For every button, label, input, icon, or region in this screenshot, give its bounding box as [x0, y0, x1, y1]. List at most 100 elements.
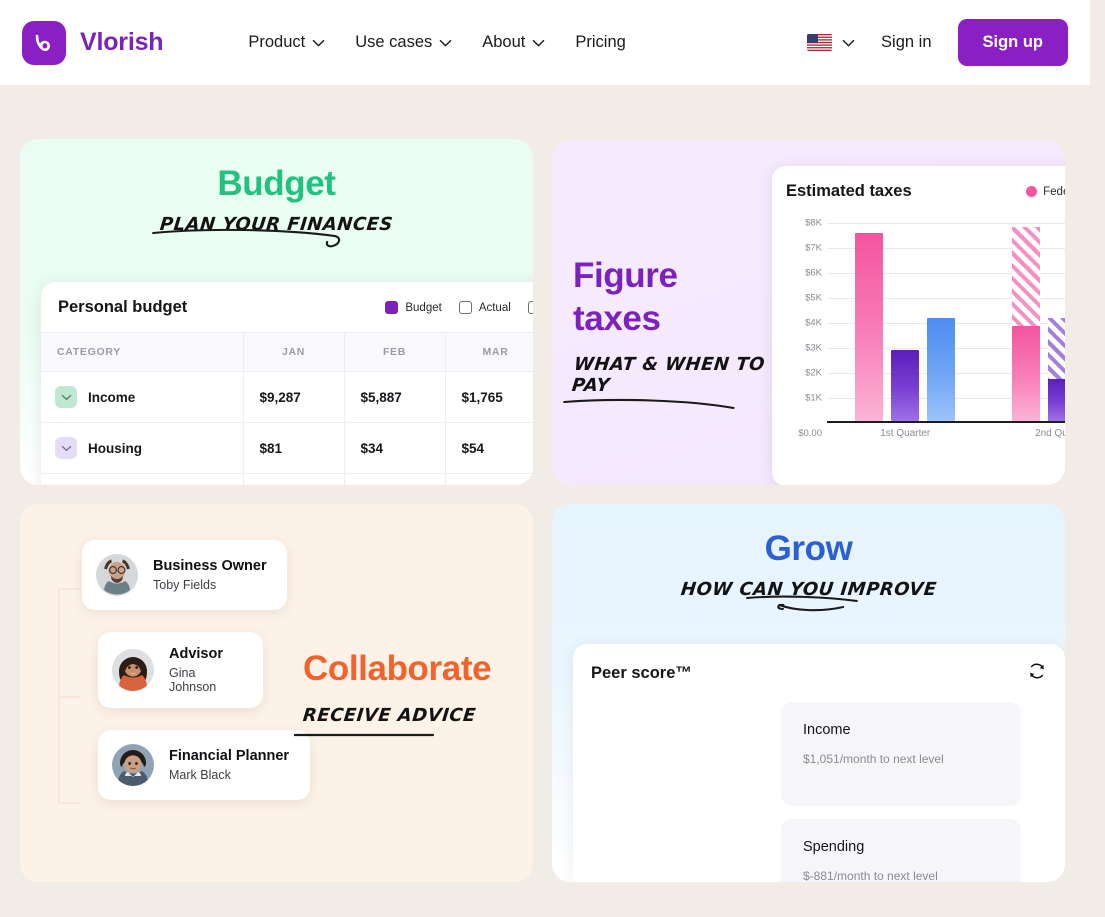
nav-item-product-label: Product — [248, 33, 306, 51]
metric-income[interactable]: Income $1,051/month to next level — [781, 702, 1021, 806]
budget-title: Budget — [217, 164, 336, 203]
column-header-mar[interactable]: MAR — [445, 332, 533, 372]
legend-toggle-actual[interactable]: Actual — [458, 301, 511, 314]
cell-jan: $81 — [243, 422, 345, 474]
person-name: Toby Fields — [153, 578, 217, 592]
nav-item-use-cases[interactable]: Use cases — [355, 33, 452, 52]
budget-legend: Budget Actual Difference — [385, 301, 533, 314]
table-row[interactable]: Debt payments $-72 $-10 $105 — [41, 473, 533, 485]
org-connector-h3 — [58, 802, 80, 804]
underline-swoosh — [563, 399, 735, 410]
bar-state-q2[interactable] — [1047, 318, 1065, 421]
refresh-icon[interactable] — [1027, 661, 1047, 686]
y-tick-label: $4K — [805, 317, 822, 329]
chart-x-axis-labels: 1st Quarter 2nd Quarter — [827, 428, 1065, 439]
avatar — [112, 744, 154, 786]
legend-label-actual: Actual — [478, 301, 511, 314]
bar-federal-q1[interactable] — [855, 233, 884, 421]
checkbox-icon[interactable] — [527, 301, 533, 314]
sign-up-button[interactable]: Sign up — [957, 19, 1068, 66]
bar-group-q2 — [984, 223, 1065, 421]
cell-category: Income — [41, 371, 244, 423]
checkbox-icon[interactable] — [458, 301, 472, 314]
nav-item-pricing[interactable]: Pricing — [575, 33, 625, 52]
taxes-tagline: WHAT & WHEN TO PAY — [563, 354, 790, 410]
collaborate-title: Collaborate — [303, 649, 492, 688]
landing-page: Vlorish Product Use cases About Pricing — [0, 0, 1105, 917]
list-item[interactable]: Financial Planner Mark Black — [98, 730, 310, 800]
bar-federal-q2[interactable] — [1011, 227, 1040, 421]
metric-spending[interactable]: Spending $-881/month to next level — [781, 819, 1021, 882]
bar-state-q1[interactable] — [891, 350, 920, 421]
table-row[interactable]: Housing $81 $34 $54 — [41, 422, 533, 474]
cell-mar: $54 — [445, 422, 533, 474]
collaborate-heading-group: Collaborate RECEIVE ADVICE — [293, 649, 528, 737]
sign-in-link[interactable]: Sign in — [881, 33, 931, 52]
cell-category: Debt payments — [41, 473, 244, 485]
grow-title: Grow — [764, 529, 853, 568]
underline-swoosh — [152, 229, 341, 248]
nav-item-use-cases-label: Use cases — [355, 33, 433, 51]
nav-item-product[interactable]: Product — [248, 33, 325, 52]
person-info: Advisor Gina Johnson — [169, 646, 245, 694]
chart-legend-item-federal[interactable]: Federal — [1026, 186, 1065, 198]
person-name: Gina Johnson — [169, 666, 217, 694]
brand-logo[interactable]: Vlorish — [22, 20, 164, 65]
column-header-feb[interactable]: FEB — [344, 332, 446, 372]
personal-budget-title: Personal budget — [58, 298, 188, 316]
cell-feb: $34 — [344, 422, 446, 474]
estimated-taxes-chart-card: Estimated taxes Federal State — [772, 166, 1065, 485]
chevron-down-icon — [439, 39, 452, 47]
cell-mar: $105 — [445, 473, 533, 485]
vlorish-v-logo-icon — [22, 20, 66, 65]
peer-score-title: Peer score™ — [591, 664, 692, 682]
avatar — [112, 649, 154, 691]
person-info: Financial Planner Mark Black — [169, 748, 289, 782]
budget-table: CATEGORY JAN FEB MAR Income $9,287 $5,88… — [41, 332, 533, 485]
language-selector[interactable] — [807, 34, 855, 51]
nav-right-actions: Sign in Sign up — [807, 19, 1068, 66]
personal-budget-card: Personal budget Budget Actual Differe — [41, 282, 533, 485]
person-role: Financial Planner — [169, 748, 290, 764]
list-item[interactable]: Business Owner Toby Fields — [82, 540, 287, 610]
budget-tile: Budget PLAN YOUR FINANCES Personal budge… — [20, 139, 533, 485]
feature-grid: Budget PLAN YOUR FINANCES Personal budge… — [20, 139, 1065, 882]
chevron-down-icon — [312, 39, 325, 47]
org-connector-h2 — [58, 696, 80, 698]
taxes-title-line1: Figure — [573, 256, 678, 295]
legend-dot-icon — [1026, 186, 1038, 197]
metric-label: Spending — [803, 839, 865, 855]
cell-jan: $9,287 — [243, 371, 345, 423]
category-label: Income — [88, 389, 136, 405]
budget-heading-group: Budget PLAN YOUR FINANCES — [20, 139, 533, 248]
legend-toggle-difference[interactable]: Difference — [527, 301, 533, 314]
y-tick-label: $8K — [805, 217, 822, 229]
chart-legend: Federal State — [1026, 186, 1065, 198]
us-flag-icon — [807, 34, 833, 51]
column-header-jan[interactable]: JAN — [243, 332, 345, 372]
expand-chevron-icon[interactable] — [55, 386, 77, 408]
taxes-title-line2: taxes — [573, 298, 661, 338]
bar-local-q1[interactable] — [927, 318, 956, 421]
metric-label: Income — [803, 722, 851, 738]
legend-toggle-budget[interactable]: Budget — [385, 301, 442, 314]
list-item[interactable]: Advisor Gina Johnson — [98, 632, 263, 708]
underline-swoosh — [293, 733, 435, 737]
chevron-down-icon — [532, 39, 545, 47]
table-header-row: CATEGORY JAN FEB MAR — [41, 332, 533, 372]
metric-detail: $-881/month to next level — [803, 869, 938, 882]
cell-mar: $1,765 — [445, 371, 533, 423]
table-row[interactable]: Income $9,287 $5,887 $1,765 — [41, 371, 533, 423]
chevron-down-icon — [842, 39, 855, 47]
chart-bars — [827, 223, 1065, 421]
collaborate-tagline: RECEIVE ADVICE — [293, 705, 477, 737]
collaborate-tile: Business Owner Toby Fields Advisor Gina … — [20, 504, 533, 882]
column-header-category[interactable]: CATEGORY — [41, 332, 244, 372]
cell-category: Housing — [41, 422, 244, 474]
nav-item-about[interactable]: About — [482, 33, 545, 52]
expand-chevron-icon[interactable] — [55, 437, 77, 459]
category-label: Housing — [88, 440, 142, 456]
checkbox-icon[interactable] — [385, 301, 399, 314]
chart-y-axis: $8K $7K $6K $5K $4K $3K $2K $1K — [786, 218, 822, 423]
grow-tagline: HOW CAN YOU IMPROVE — [680, 579, 937, 612]
